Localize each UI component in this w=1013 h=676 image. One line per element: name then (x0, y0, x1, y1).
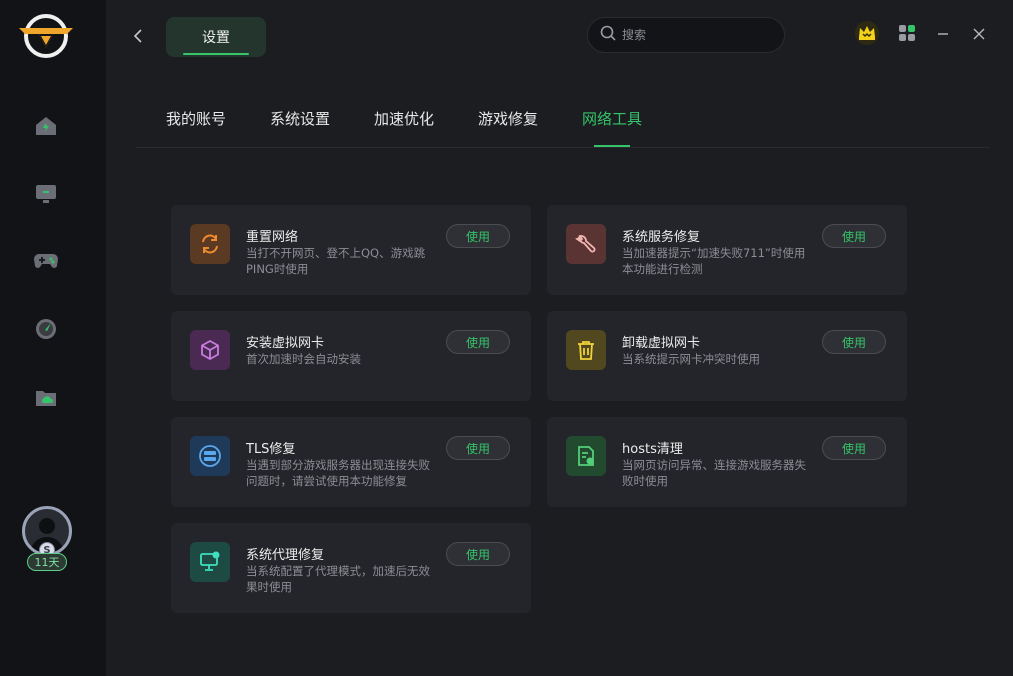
tool-title: 卸载虚拟网卡 (622, 336, 701, 351)
close-icon (972, 26, 986, 45)
use-button-system-service-repair[interactable]: 使用 (822, 224, 886, 248)
cloud-folder-icon (34, 387, 58, 413)
trash-icon (566, 330, 606, 370)
tool-description: 当系统配置了代理模式，加速后无效果时使用 (246, 564, 430, 594)
use-button-tls-repair[interactable]: 使用 (446, 436, 510, 460)
settings-tabs: 我的账号 系统设置 加速优化 游戏修复 网络工具 (136, 108, 990, 148)
minimize-button[interactable] (932, 24, 954, 46)
search-input[interactable] (622, 28, 772, 42)
tab-system-settings[interactable]: 系统设置 (270, 108, 330, 148)
sidebar: S 11天 (0, 0, 106, 676)
tool-description: 当网页访问异常、连接游戏服务器失败时使用 (622, 458, 806, 488)
tool-description: 当遇到部分游戏服务器出现连接失败问题时，请尝试使用本功能修复 (246, 458, 430, 488)
sidebar-item-cloud[interactable] (30, 384, 62, 416)
use-button-system-proxy-repair[interactable]: 使用 (446, 542, 510, 566)
tab-game-repair[interactable]: 游戏修复 (478, 108, 538, 148)
use-button-reset-network[interactable]: 使用 (446, 224, 510, 248)
tool-title: hosts清理 (622, 442, 683, 457)
use-button-uninstall-virtual-nic[interactable]: 使用 (822, 330, 886, 354)
chevron-left-icon (133, 28, 143, 48)
wrench-icon (566, 224, 606, 264)
tool-description: 当打不开网页、登不上QQ、游戏跳PING时使用 (246, 246, 426, 276)
apps-grid-button[interactable] (896, 24, 918, 46)
server-sync-icon (190, 436, 230, 476)
vip-crown-button[interactable] (854, 20, 880, 50)
close-button[interactable] (968, 24, 990, 46)
search-box[interactable] (587, 17, 785, 53)
tool-title: 安装虚拟网卡 (246, 336, 325, 351)
sidebar-item-speed[interactable] (30, 315, 62, 347)
page-title: 设置 (166, 17, 266, 57)
monitor-icon (34, 183, 58, 209)
membership-days-badge: 11天 (27, 553, 67, 571)
tool-title: TLS修复 (246, 442, 296, 457)
speedometer-icon (34, 317, 58, 345)
cube-icon (190, 330, 230, 370)
app-window: S 11天 设置 搜索 我的账号 系统设置 加速优化 游戏修复 网络工具 重置网… (0, 0, 1013, 676)
grid-icon (898, 24, 916, 46)
crown-icon (854, 20, 880, 50)
tool-card-install-virtual-nic: 安装虚拟网卡 首次加速时会自动安装 使用 (171, 311, 531, 401)
tool-title: 重置网络 (246, 230, 299, 245)
tool-description: 首次加速时会自动安装 (246, 352, 361, 366)
refresh-icon (190, 224, 230, 264)
tool-card-uninstall-virtual-nic: 卸载虚拟网卡 当系统提示网卡冲突时使用 使用 (547, 311, 907, 401)
tool-card-hosts-clean: hosts清理 当网页访问异常、连接游戏服务器失败时使用 使用 (547, 417, 907, 507)
tab-acceleration[interactable]: 加速优化 (374, 108, 434, 148)
tool-card-system-proxy-repair: 系统代理修复 当系统配置了代理模式，加速后无效果时使用 使用 (171, 523, 531, 613)
tool-title: 系统代理修复 (246, 548, 325, 563)
tool-description: 当系统提示网卡冲突时使用 (622, 352, 760, 366)
user-profile[interactable]: S 11天 (20, 506, 74, 572)
use-button-hosts-clean[interactable]: 使用 (822, 436, 886, 460)
tool-description: 当加速器提示“加速失败711”时使用本功能进行检测 (622, 246, 806, 276)
minimize-icon (936, 26, 950, 45)
sidebar-item-games[interactable] (30, 247, 62, 279)
home-icon (34, 115, 58, 141)
search-icon (600, 25, 616, 45)
tool-card-system-service-repair: 系统服务修复 当加速器提示“加速失败711”时使用本功能进行检测 使用 (547, 205, 907, 295)
document-clean-icon (566, 436, 606, 476)
tab-network-tools[interactable]: 网络工具 (582, 108, 642, 148)
back-button[interactable] (130, 24, 146, 52)
monitor-repair-icon (190, 542, 230, 582)
top-bar: 设置 (106, 0, 1013, 70)
tab-my-account[interactable]: 我的账号 (166, 108, 226, 148)
sidebar-item-monitor[interactable] (30, 180, 62, 212)
tool-title: 系统服务修复 (622, 230, 701, 245)
tool-card-reset-network: 重置网络 当打不开网页、登不上QQ、游戏跳PING时使用 使用 (171, 205, 531, 295)
gamepad-icon (33, 251, 59, 275)
use-button-install-virtual-nic[interactable]: 使用 (446, 330, 510, 354)
tool-card-tls-repair: TLS修复 当遇到部分游戏服务器出现连接失败问题时，请尝试使用本功能修复 使用 (171, 417, 531, 507)
sidebar-item-home[interactable] (30, 112, 62, 144)
app-logo (17, 12, 75, 60)
